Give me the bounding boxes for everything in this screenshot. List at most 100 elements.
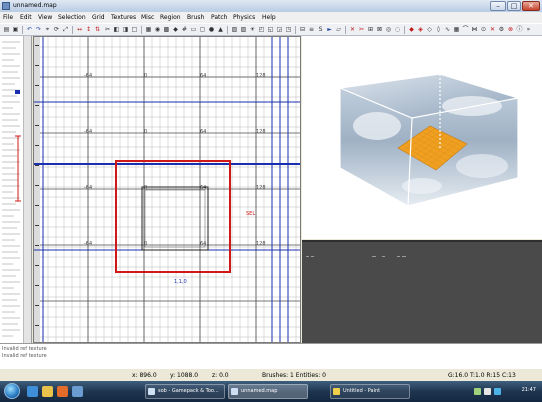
rotate-icon[interactable]: ⟳ bbox=[53, 26, 60, 34]
texture-lock-icon[interactable]: ▦ bbox=[145, 26, 152, 34]
entity-list-icon[interactable]: ≡ bbox=[308, 26, 315, 34]
redo-icon[interactable]: ↷ bbox=[35, 26, 42, 34]
view-xz-icon[interactable]: ◱ bbox=[267, 26, 274, 34]
status-coord-y: y: 1088.0 bbox=[170, 372, 199, 379]
open-icon[interactable]: ▤ bbox=[3, 26, 10, 34]
close-button[interactable]: ✕ bbox=[522, 1, 540, 11]
patch-icon[interactable]: ▩ bbox=[163, 26, 170, 34]
window-title: unnamed.map bbox=[13, 2, 57, 9]
texture-fit-icon[interactable]: ▧ bbox=[231, 26, 238, 34]
stop-icon[interactable]: ⊗ bbox=[507, 26, 514, 34]
bevel-icon[interactable]: ◇ bbox=[426, 26, 433, 34]
surface-icon[interactable]: S bbox=[317, 26, 324, 34]
scale-icon[interactable]: ⤢ bbox=[62, 26, 69, 34]
patch-thicken-icon[interactable]: ◆ bbox=[408, 26, 415, 34]
ie-icon[interactable] bbox=[27, 386, 38, 397]
view-xy-icon[interactable]: ◰ bbox=[258, 26, 265, 34]
status-bar: x: 896.0 y: 1088.0 z: 0.0 Brushes: 1 Ent… bbox=[0, 368, 542, 382]
entity-inspector[interactable] bbox=[302, 240, 542, 343]
menu-brush[interactable]: Brush bbox=[187, 13, 204, 22]
sphere-icon[interactable]: ● bbox=[208, 26, 215, 34]
toolbar-separator bbox=[345, 26, 346, 34]
menu-textures[interactable]: Textures bbox=[111, 13, 136, 22]
matrix-icon[interactable]: ▦ bbox=[453, 26, 460, 34]
flip-y-icon[interactable]: ↕ bbox=[85, 26, 92, 34]
endcap-icon[interactable]: ◊ bbox=[435, 26, 442, 34]
toolbar: ▤ ▣ ↶ ↷ ⌖ ⟳ ⤢ ↔ ↕ ⇅ ✂ ◧ ◨ □ ▦ ◉ ▩ ◆ # ▭ … bbox=[0, 23, 542, 36]
network-icon[interactable] bbox=[474, 388, 481, 395]
bend-icon[interactable]: ⌒ bbox=[462, 26, 469, 34]
cone-icon[interactable]: ▲ bbox=[217, 26, 224, 34]
curve-icon[interactable]: ∿ bbox=[444, 26, 451, 34]
xy-view[interactable]: -64 0 64 128 -64 0 64 128 -64 0 64 128 -… bbox=[33, 36, 301, 343]
csg-merge-icon[interactable]: ◨ bbox=[122, 26, 129, 34]
menu-patch[interactable]: Patch bbox=[211, 13, 227, 22]
media-player-icon[interactable] bbox=[57, 386, 68, 397]
plane-icon[interactable]: ▱ bbox=[335, 26, 342, 34]
status-coord-z: z: 0.0 bbox=[212, 372, 229, 379]
hide-icon[interactable]: ◌ bbox=[394, 26, 401, 34]
brush-icon[interactable]: ▭ bbox=[190, 26, 197, 34]
drill-icon[interactable]: ⊙ bbox=[480, 26, 487, 34]
menu-region[interactable]: Region bbox=[160, 13, 181, 22]
cube-icon[interactable]: ▢ bbox=[199, 26, 206, 34]
group-icon[interactable]: ⊞ bbox=[367, 26, 374, 34]
grid-label: 64 bbox=[200, 185, 207, 191]
explorer-icon[interactable] bbox=[42, 386, 53, 397]
filter-icon[interactable]: ⊟ bbox=[299, 26, 306, 34]
camera-icon[interactable]: ◉ bbox=[154, 26, 161, 34]
task-paint[interactable]: Untitled - Paint bbox=[330, 384, 410, 399]
show-icon[interactable]: ◎ bbox=[385, 26, 392, 34]
camera-scene bbox=[302, 36, 542, 239]
menu-help[interactable]: Help bbox=[262, 13, 276, 22]
task-gamepack[interactable]: sob - Gamepack & Too... bbox=[145, 384, 225, 399]
weld-icon[interactable]: ⋈ bbox=[471, 26, 478, 34]
update-icon[interactable] bbox=[494, 388, 501, 395]
undo-icon[interactable]: ↶ bbox=[26, 26, 33, 34]
flip-x-icon[interactable]: ↔ bbox=[76, 26, 83, 34]
select-icon[interactable]: ⌖ bbox=[44, 26, 51, 34]
menu-file[interactable]: File bbox=[3, 13, 13, 22]
entity-icon[interactable]: ◆ bbox=[172, 26, 179, 34]
ungroup-icon[interactable]: ⊠ bbox=[376, 26, 383, 34]
settings-icon[interactable]: ⚙ bbox=[498, 26, 505, 34]
patch-delete-icon[interactable]: ✕ bbox=[489, 26, 496, 34]
clipper-icon[interactable]: ✂ bbox=[104, 26, 111, 34]
light-icon[interactable]: ☀ bbox=[249, 26, 256, 34]
start-button[interactable] bbox=[4, 383, 20, 399]
overflow-icon[interactable]: » bbox=[525, 26, 532, 34]
volume-icon[interactable] bbox=[484, 388, 491, 395]
grid-toggle-icon[interactable]: # bbox=[181, 26, 188, 34]
toolbar-separator bbox=[72, 26, 73, 34]
toolbar-separator bbox=[22, 26, 23, 34]
delete-icon[interactable]: ✕ bbox=[349, 26, 356, 34]
console-output[interactable]: Invalid ref texture Invalid ref texture bbox=[0, 343, 542, 368]
arrow-right-icon[interactable]: ► bbox=[326, 26, 333, 34]
toolbar-separator bbox=[295, 26, 296, 34]
clock[interactable]: 21:47 bbox=[522, 387, 536, 393]
menu-physics[interactable]: Physics bbox=[233, 13, 255, 22]
menu-misc[interactable]: Misc bbox=[141, 13, 154, 22]
save-icon[interactable]: ▣ bbox=[12, 26, 19, 34]
menu-bar: File Edit View Selection Grid Textures M… bbox=[0, 12, 542, 23]
menu-grid[interactable]: Grid bbox=[92, 13, 105, 22]
maximize-button[interactable]: □ bbox=[507, 1, 521, 11]
view-toggle-icon[interactable]: ◳ bbox=[285, 26, 292, 34]
flip-z-icon[interactable]: ⇅ bbox=[94, 26, 101, 34]
minimize-button[interactable]: – bbox=[490, 1, 506, 11]
quicklaunch-icon[interactable] bbox=[72, 386, 83, 397]
texture-scale-icon[interactable]: ▨ bbox=[240, 26, 247, 34]
menu-edit[interactable]: Edit bbox=[20, 13, 32, 22]
csg-subtract-icon[interactable]: ◧ bbox=[113, 26, 120, 34]
patch-cap-icon[interactable]: ◈ bbox=[417, 26, 424, 34]
hollow-icon[interactable]: □ bbox=[131, 26, 138, 34]
task-radiant[interactable]: unnamed.map bbox=[228, 384, 308, 399]
menu-selection[interactable]: Selection bbox=[58, 13, 86, 22]
view-yz-icon[interactable]: ◲ bbox=[276, 26, 283, 34]
left-panel-scrollbar[interactable] bbox=[23, 36, 31, 343]
camera-view[interactable] bbox=[302, 36, 542, 239]
left-panel[interactable] bbox=[0, 36, 32, 343]
clip-red-icon[interactable]: ✂ bbox=[358, 26, 365, 34]
menu-view[interactable]: View bbox=[38, 13, 52, 22]
info-icon[interactable]: ⓘ bbox=[516, 26, 523, 34]
